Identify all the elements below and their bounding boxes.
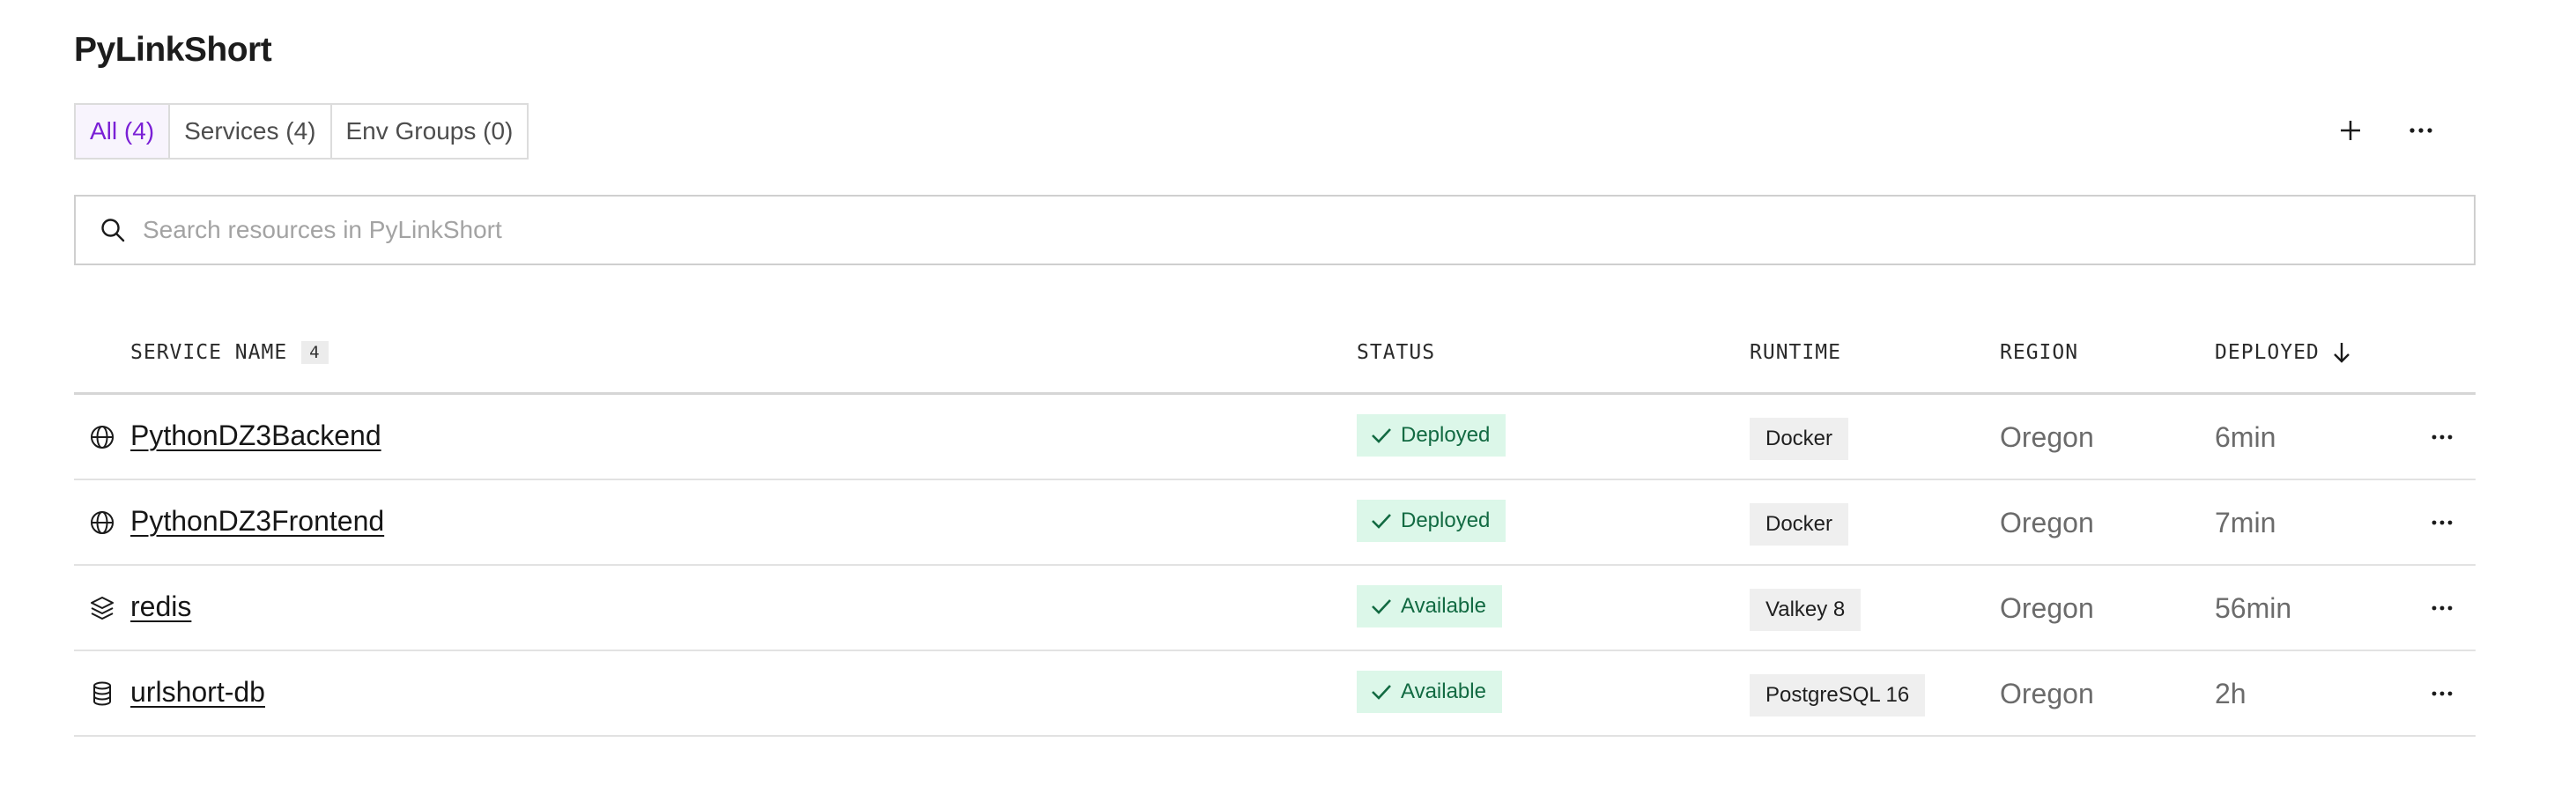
search-icon xyxy=(101,219,125,242)
database-icon xyxy=(88,679,116,708)
add-resource-button[interactable] xyxy=(2326,106,2375,155)
deployed-cell: 7min xyxy=(2215,507,2276,538)
runtime-badge: Docker xyxy=(1750,503,1849,546)
runtime-badge: Valkey 8 xyxy=(1750,589,1862,631)
plus-icon xyxy=(2341,121,2360,140)
service-name-link[interactable]: urlshort-db xyxy=(130,676,265,709)
column-label: STATUS xyxy=(1357,341,1436,364)
page-title: PyLinkShort xyxy=(74,31,272,69)
status-badge: Deployed xyxy=(1357,500,1506,542)
column-label: RUNTIME xyxy=(1750,341,1841,364)
deployed-cell: 6min xyxy=(2215,421,2276,453)
service-name-link[interactable]: PythonDZ3Backend xyxy=(130,420,381,452)
runtime-badge: PostgreSQL 16 xyxy=(1750,674,1926,717)
status-badge: Available xyxy=(1357,585,1502,627)
runtime-badge: Docker xyxy=(1750,418,1849,460)
row-menu-button[interactable] xyxy=(2417,498,2467,547)
row-menu-button[interactable] xyxy=(2417,412,2467,462)
table-row[interactable]: redis Available Valkey 8 Oregon 56min xyxy=(74,566,2476,651)
region-cell: Oregon xyxy=(2000,421,2094,453)
column-runtime[interactable]: RUNTIME xyxy=(1750,338,1841,367)
check-icon xyxy=(1372,514,1391,529)
column-deployed[interactable]: DEPLOYED xyxy=(2215,338,2351,367)
deployed-cell: 2h xyxy=(2215,678,2247,709)
arrow-down-icon xyxy=(2333,343,2350,363)
globe-icon xyxy=(88,509,116,537)
table-row[interactable]: PythonDZ3Frontend Deployed Docker Oregon… xyxy=(74,480,2476,566)
globe-icon xyxy=(88,423,116,451)
sort-toggle[interactable] xyxy=(2332,341,2351,364)
search-input[interactable] xyxy=(141,197,2474,264)
column-status[interactable]: STATUS xyxy=(1357,338,1435,367)
status-label: Available xyxy=(1401,679,1486,703)
service-count-badge: 4 xyxy=(301,341,329,364)
more-options-button[interactable] xyxy=(2396,106,2446,155)
status-badge: Deployed xyxy=(1357,414,1506,457)
service-name-link[interactable]: redis xyxy=(130,590,191,623)
column-label: DEPLOYED xyxy=(2215,341,2320,364)
status-label: Deployed xyxy=(1401,423,1491,447)
search-box xyxy=(74,195,2476,265)
layers-icon xyxy=(88,594,116,622)
table-row[interactable]: urlshort-db Available PostgreSQL 16 Oreg… xyxy=(74,651,2476,737)
column-region[interactable]: REGION xyxy=(2000,338,2078,367)
row-menu-button[interactable] xyxy=(2417,669,2467,718)
status-label: Deployed xyxy=(1401,509,1491,532)
header-actions xyxy=(2326,106,2446,155)
ellipsis-icon xyxy=(2432,434,2453,440)
tab-env-groups[interactable]: Env Groups (0) xyxy=(331,105,528,158)
ellipsis-icon xyxy=(2432,605,2453,611)
row-menu-button[interactable] xyxy=(2417,583,2467,633)
ellipsis-icon xyxy=(2432,691,2453,696)
tab-services[interactable]: Services (4) xyxy=(170,105,332,158)
table-row[interactable]: PythonDZ3Backend Deployed Docker Oregon … xyxy=(74,395,2476,480)
region-cell: Oregon xyxy=(2000,592,2094,624)
resource-tabs: All (4) Services (4) Env Groups (0) xyxy=(74,103,529,160)
ellipsis-icon xyxy=(2432,520,2453,525)
region-cell: Oregon xyxy=(2000,507,2094,538)
column-service-name[interactable]: SERVICE NAME 4 xyxy=(130,338,329,367)
column-label: SERVICE NAME xyxy=(130,341,288,364)
check-icon xyxy=(1372,599,1391,614)
region-cell: Oregon xyxy=(2000,678,2094,709)
ellipsis-icon xyxy=(2409,128,2432,133)
service-name-link[interactable]: PythonDZ3Frontend xyxy=(130,505,384,538)
status-label: Available xyxy=(1401,594,1486,618)
status-badge: Available xyxy=(1357,671,1502,713)
tab-all[interactable]: All (4) xyxy=(76,105,171,158)
deployed-cell: 56min xyxy=(2215,592,2292,624)
column-label: REGION xyxy=(2000,341,2079,364)
services-table: SERVICE NAME 4 STATUS RUNTIME REGION DEP… xyxy=(74,317,2476,737)
check-icon xyxy=(1372,428,1391,443)
table-header: SERVICE NAME 4 STATUS RUNTIME REGION DEP… xyxy=(74,317,2476,395)
check-icon xyxy=(1372,685,1391,700)
